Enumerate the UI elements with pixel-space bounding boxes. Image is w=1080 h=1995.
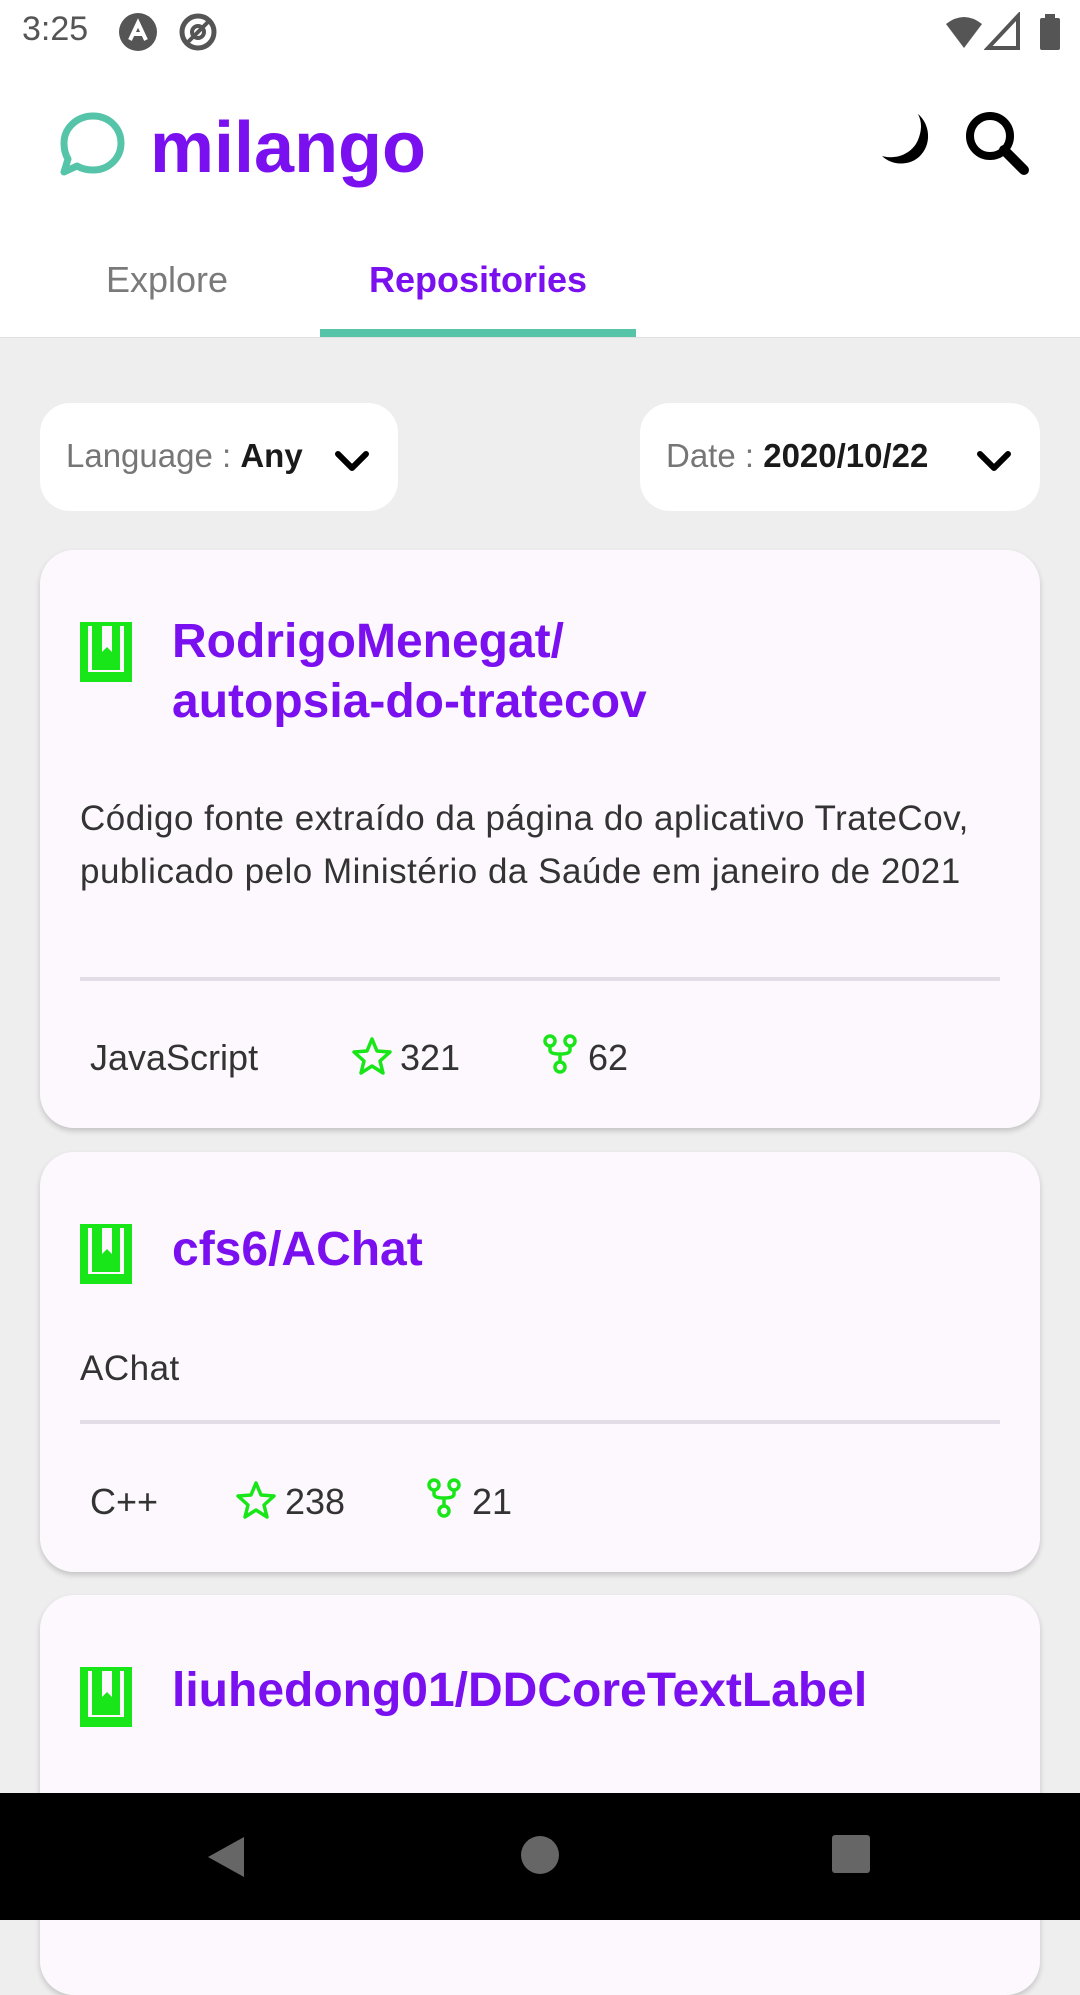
fork-icon <box>543 1034 577 1074</box>
date-filter-dropdown[interactable]: Date : 2020/10/22 <box>640 403 1040 511</box>
star-icon <box>352 1037 392 1075</box>
repo-book-icon <box>80 1667 132 1727</box>
star-icon <box>236 1481 276 1519</box>
repo-forks: 62 <box>588 1037 629 1078</box>
repo-forks: 21 <box>472 1481 513 1522</box>
system-nav-bar <box>0 1793 1080 1920</box>
signal-icon <box>984 12 1020 50</box>
language-filter-value: Any <box>240 437 303 474</box>
repo-stars: 321 <box>400 1037 461 1078</box>
repo-language: C++ <box>90 1481 159 1522</box>
divider <box>80 977 1000 981</box>
tab-indicator <box>320 329 636 337</box>
repo-name[interactable]: cfs6/AChat <box>172 1220 992 1280</box>
repo-book-icon <box>80 622 132 682</box>
date-filter-text: Date : 2020/10/22 <box>666 437 928 475</box>
divider <box>80 1420 1000 1424</box>
battery-icon <box>1040 14 1060 50</box>
status-bar: 3:25 <box>0 0 1080 64</box>
tab-explore[interactable]: Explore <box>62 255 272 335</box>
repo-card[interactable]: cfs6/AChat AChat C++ 238 21 <box>40 1152 1040 1572</box>
app-title: milango <box>150 108 427 188</box>
chevron-down-icon <box>335 451 369 471</box>
date-filter-label: Date : <box>666 437 764 474</box>
language-filter-label: Language : <box>66 437 241 474</box>
repo-language: JavaScript <box>90 1037 259 1078</box>
fork-icon <box>427 1478 461 1518</box>
chat-bubble-icon <box>60 112 125 176</box>
repo-description: Código fonte extraído da página do aplic… <box>80 799 969 891</box>
repo-card[interactable]: RodrigoMenegat/ autopsia-do-tratecov Cód… <box>40 550 1040 1128</box>
repo-book-icon <box>80 1224 132 1284</box>
back-icon[interactable] <box>204 1833 248 1881</box>
repo-name[interactable]: RodrigoMenegat/ autopsia-do-tratecov <box>172 612 992 732</box>
repo-stars: 238 <box>285 1481 346 1522</box>
chevron-down-icon <box>977 451 1011 471</box>
repo-name[interactable]: liuhedong01/DDCoreTextLabel <box>172 1661 1032 1721</box>
language-filter-dropdown[interactable]: Language : Any <box>40 403 398 511</box>
language-filter-text: Language : Any <box>66 437 303 475</box>
tab-repositories[interactable]: Repositories <box>320 255 636 335</box>
search-icon[interactable] <box>962 108 1030 176</box>
repo-description: AChat <box>80 1349 180 1388</box>
repo-name-line1: RodrigoMenegat/ <box>172 615 564 668</box>
repo-name-line2: autopsia-do-tratecov <box>172 675 647 728</box>
wifi-icon <box>946 17 982 48</box>
status-time: 3:25 <box>22 10 89 48</box>
at-sign-icon <box>179 13 217 51</box>
home-icon[interactable] <box>518 1833 562 1877</box>
app-a-icon <box>119 13 157 51</box>
recents-icon[interactable] <box>830 1833 872 1875</box>
date-filter-value: 2020/10/22 <box>763 437 929 474</box>
moon-icon[interactable] <box>878 110 940 172</box>
